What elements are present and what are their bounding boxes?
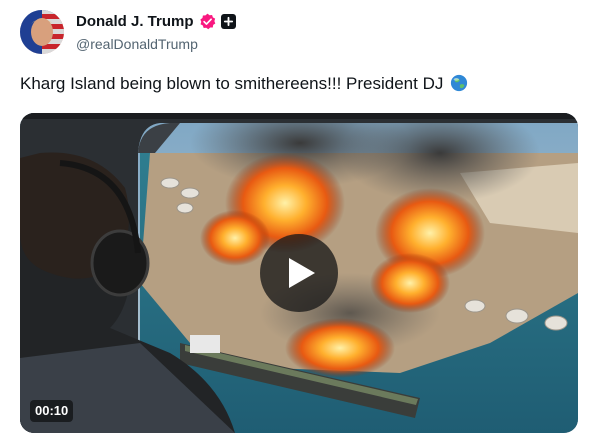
post-text: Kharg Island being blown to smithereens!… <box>20 74 468 94</box>
verified-badge-icon <box>199 13 215 30</box>
avatar[interactable] <box>20 10 64 54</box>
video-player[interactable]: 00:10 <box>20 113 578 433</box>
avatar-image <box>20 10 64 54</box>
post-text-body: Kharg Island being blown to smithereens!… <box>20 74 444 93</box>
play-button[interactable] <box>260 234 338 312</box>
post-card: Donald J. Trump @realDonaldTrump Kharg I… <box>0 0 590 440</box>
author-display-name[interactable]: Donald J. Trump <box>76 13 194 30</box>
affiliate-plus-icon <box>220 14 236 29</box>
video-duration: 00:10 <box>30 400 74 422</box>
play-icon <box>288 258 315 288</box>
author-handle[interactable]: @realDonaldTrump <box>76 36 198 52</box>
globe-emoji-icon <box>450 74 468 92</box>
author-row: Donald J. Trump <box>76 13 236 30</box>
